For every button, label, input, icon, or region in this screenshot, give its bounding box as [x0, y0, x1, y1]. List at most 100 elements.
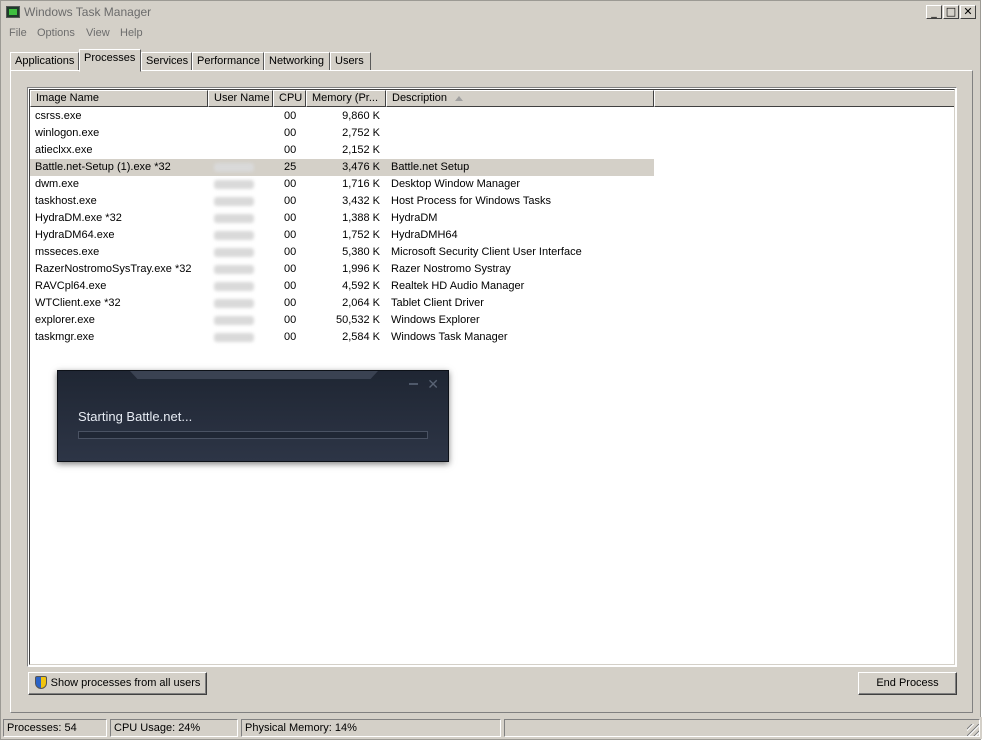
cell-user-name-redacted: [214, 180, 254, 189]
status-cpu-usage: CPU Usage: 24%: [110, 719, 238, 737]
cell-image-name: csrss.exe: [35, 110, 82, 122]
cell-cpu: 00: [284, 229, 297, 241]
column-image-name[interactable]: Image Name: [30, 90, 208, 107]
cell-description: Windows Explorer: [391, 314, 480, 326]
dialog-message: Starting Battle.net...: [78, 409, 193, 424]
resize-grip[interactable]: [967, 724, 979, 736]
cell-memory: 1,752 K: [342, 229, 380, 241]
cell-cpu: 00: [284, 127, 297, 139]
tab-services[interactable]: Services: [141, 52, 192, 71]
cell-user-name-redacted: [214, 163, 254, 172]
task-manager-icon: [6, 6, 20, 18]
tab-processes[interactable]: Processes: [79, 49, 141, 72]
cell-image-name: winlogon.exe: [35, 127, 100, 139]
cell-image-name: HydraDM.exe *32: [35, 212, 122, 224]
cell-image-name: WTClient.exe *32: [35, 297, 121, 309]
table-row[interactable]: Battle.net-Setup (1).exe *32 25 3,476 K Bat…: [30, 159, 654, 176]
cell-memory: 3,432 K: [342, 195, 380, 207]
status-physical-memory: Physical Memory: 14%: [241, 719, 501, 737]
table-row[interactable]: taskmgr.exe 00 2,584 K Windows Task Manager: [30, 329, 654, 346]
cell-image-name: taskmgr.exe: [35, 331, 95, 343]
column-cpu[interactable]: CPU: [273, 90, 306, 107]
maximize-button[interactable]: □: [943, 5, 959, 19]
cell-user-name-redacted: [214, 214, 254, 223]
show-all-processes-button[interactable]: Show processes from all users: [28, 672, 207, 695]
cell-memory: 2,752 K: [342, 127, 380, 139]
cell-memory: 1,388 K: [342, 212, 380, 224]
column-description[interactable]: Description: [386, 90, 654, 107]
tab-networking[interactable]: Networking: [264, 52, 330, 71]
table-row[interactable]: msseces.exe 00 5,380 K Microsoft Security C…: [30, 244, 654, 261]
menu-file[interactable]: File: [9, 27, 27, 39]
window-title: Windows Task Manager: [24, 5, 152, 19]
column-headers: Image Name User Name CPU Memory (Pr... D…: [30, 90, 954, 107]
cell-memory: 2,584 K: [342, 331, 380, 343]
cell-description: Desktop Window Manager: [391, 178, 521, 190]
cell-cpu: 00: [284, 331, 297, 343]
cell-description: Battle.net Setup: [391, 161, 470, 173]
end-process-button[interactable]: End Process: [858, 672, 957, 695]
cell-image-name: dwm.exe: [35, 178, 80, 190]
cell-user-name-redacted: [214, 248, 254, 257]
cell-cpu: 00: [284, 263, 297, 275]
cell-user-name-redacted: [214, 333, 254, 342]
cell-memory: 1,716 K: [342, 178, 380, 190]
column-memory[interactable]: Memory (Pr...: [306, 90, 386, 107]
table-row[interactable]: dwm.exe 00 1,716 K Desktop Window Manager: [30, 176, 654, 193]
menu-options[interactable]: Options: [37, 27, 75, 39]
menu-view[interactable]: View: [86, 27, 110, 39]
dialog-close-icon[interactable]: ✕: [427, 378, 439, 392]
cell-user-name-redacted: [214, 299, 254, 308]
table-row[interactable]: atieclxx.exe 00 2,152 K: [30, 142, 654, 159]
cell-user-name-redacted: [214, 316, 254, 325]
tab-applications[interactable]: Applications: [10, 52, 79, 71]
dialog-minimize-icon[interactable]: [409, 383, 418, 385]
cell-user-name-redacted: [214, 231, 254, 240]
sort-ascending-icon: [455, 95, 464, 101]
cell-image-name: HydraDM64.exe: [35, 229, 115, 241]
uac-shield-icon: [34, 676, 47, 689]
table-row[interactable]: explorer.exe 00 50,532 K Windows Explorer: [30, 312, 654, 329]
column-filler: [654, 90, 954, 107]
cell-description: Host Process for Windows Tasks: [391, 195, 551, 207]
table-row[interactable]: winlogon.exe 00 2,752 K: [30, 125, 654, 142]
cell-cpu: 00: [284, 195, 297, 207]
title-bar[interactable]: Windows Task Manager _ □ ✕: [1, 1, 980, 23]
tab-users[interactable]: Users: [330, 52, 371, 71]
cell-cpu: 00: [284, 110, 297, 122]
table-row[interactable]: HydraDM.exe *32 00 1,388 K HydraDM: [30, 210, 654, 227]
cell-memory: 2,152 K: [342, 144, 380, 156]
cell-image-name: explorer.exe: [35, 314, 95, 326]
cell-user-name-redacted: [214, 282, 254, 291]
cell-image-name: RAVCpl64.exe: [35, 280, 107, 292]
column-user-name[interactable]: User Name: [208, 90, 273, 107]
progress-bar: [78, 431, 428, 439]
table-row[interactable]: csrss.exe 00 9,860 K: [30, 108, 654, 125]
cell-cpu: 00: [284, 144, 297, 156]
table-row[interactable]: RazerNostromoSysTray.exe *32 00 1,996 K Raz…: [30, 261, 654, 278]
menu-help[interactable]: Help: [120, 27, 143, 39]
tab-performance[interactable]: Performance: [192, 52, 264, 71]
show-all-processes-label: Show processes from all users: [50, 677, 201, 689]
cell-cpu: 00: [284, 314, 297, 326]
table-row[interactable]: HydraDM64.exe 00 1,752 K HydraDMH64: [30, 227, 654, 244]
table-row[interactable]: RAVCpl64.exe 00 4,592 K Realtek HD Audio Ma…: [30, 278, 654, 295]
cell-user-name-redacted: [214, 265, 254, 274]
cell-memory: 2,064 K: [342, 297, 380, 309]
cell-memory: 5,380 K: [342, 246, 380, 258]
cell-memory: 1,996 K: [342, 263, 380, 275]
status-processes: Processes: 54: [3, 719, 107, 737]
cell-description: Realtek HD Audio Manager: [391, 280, 525, 292]
cell-description: Tablet Client Driver: [391, 297, 484, 309]
minimize-button[interactable]: _: [926, 5, 942, 19]
cell-description: HydraDM: [391, 212, 438, 224]
cell-cpu: 00: [284, 178, 297, 190]
cell-image-name: msseces.exe: [35, 246, 100, 258]
table-row[interactable]: taskhost.exe 00 3,432 K Host Process for Wi…: [30, 193, 654, 210]
cell-memory: 3,476 K: [342, 161, 380, 173]
cell-image-name: RazerNostromoSysTray.exe *32: [35, 263, 192, 275]
close-button[interactable]: ✕: [960, 5, 976, 19]
column-description-label: Description: [392, 92, 448, 104]
cell-memory: 4,592 K: [342, 280, 380, 292]
table-row[interactable]: WTClient.exe *32 00 2,064 K Tablet Client D…: [30, 295, 654, 312]
